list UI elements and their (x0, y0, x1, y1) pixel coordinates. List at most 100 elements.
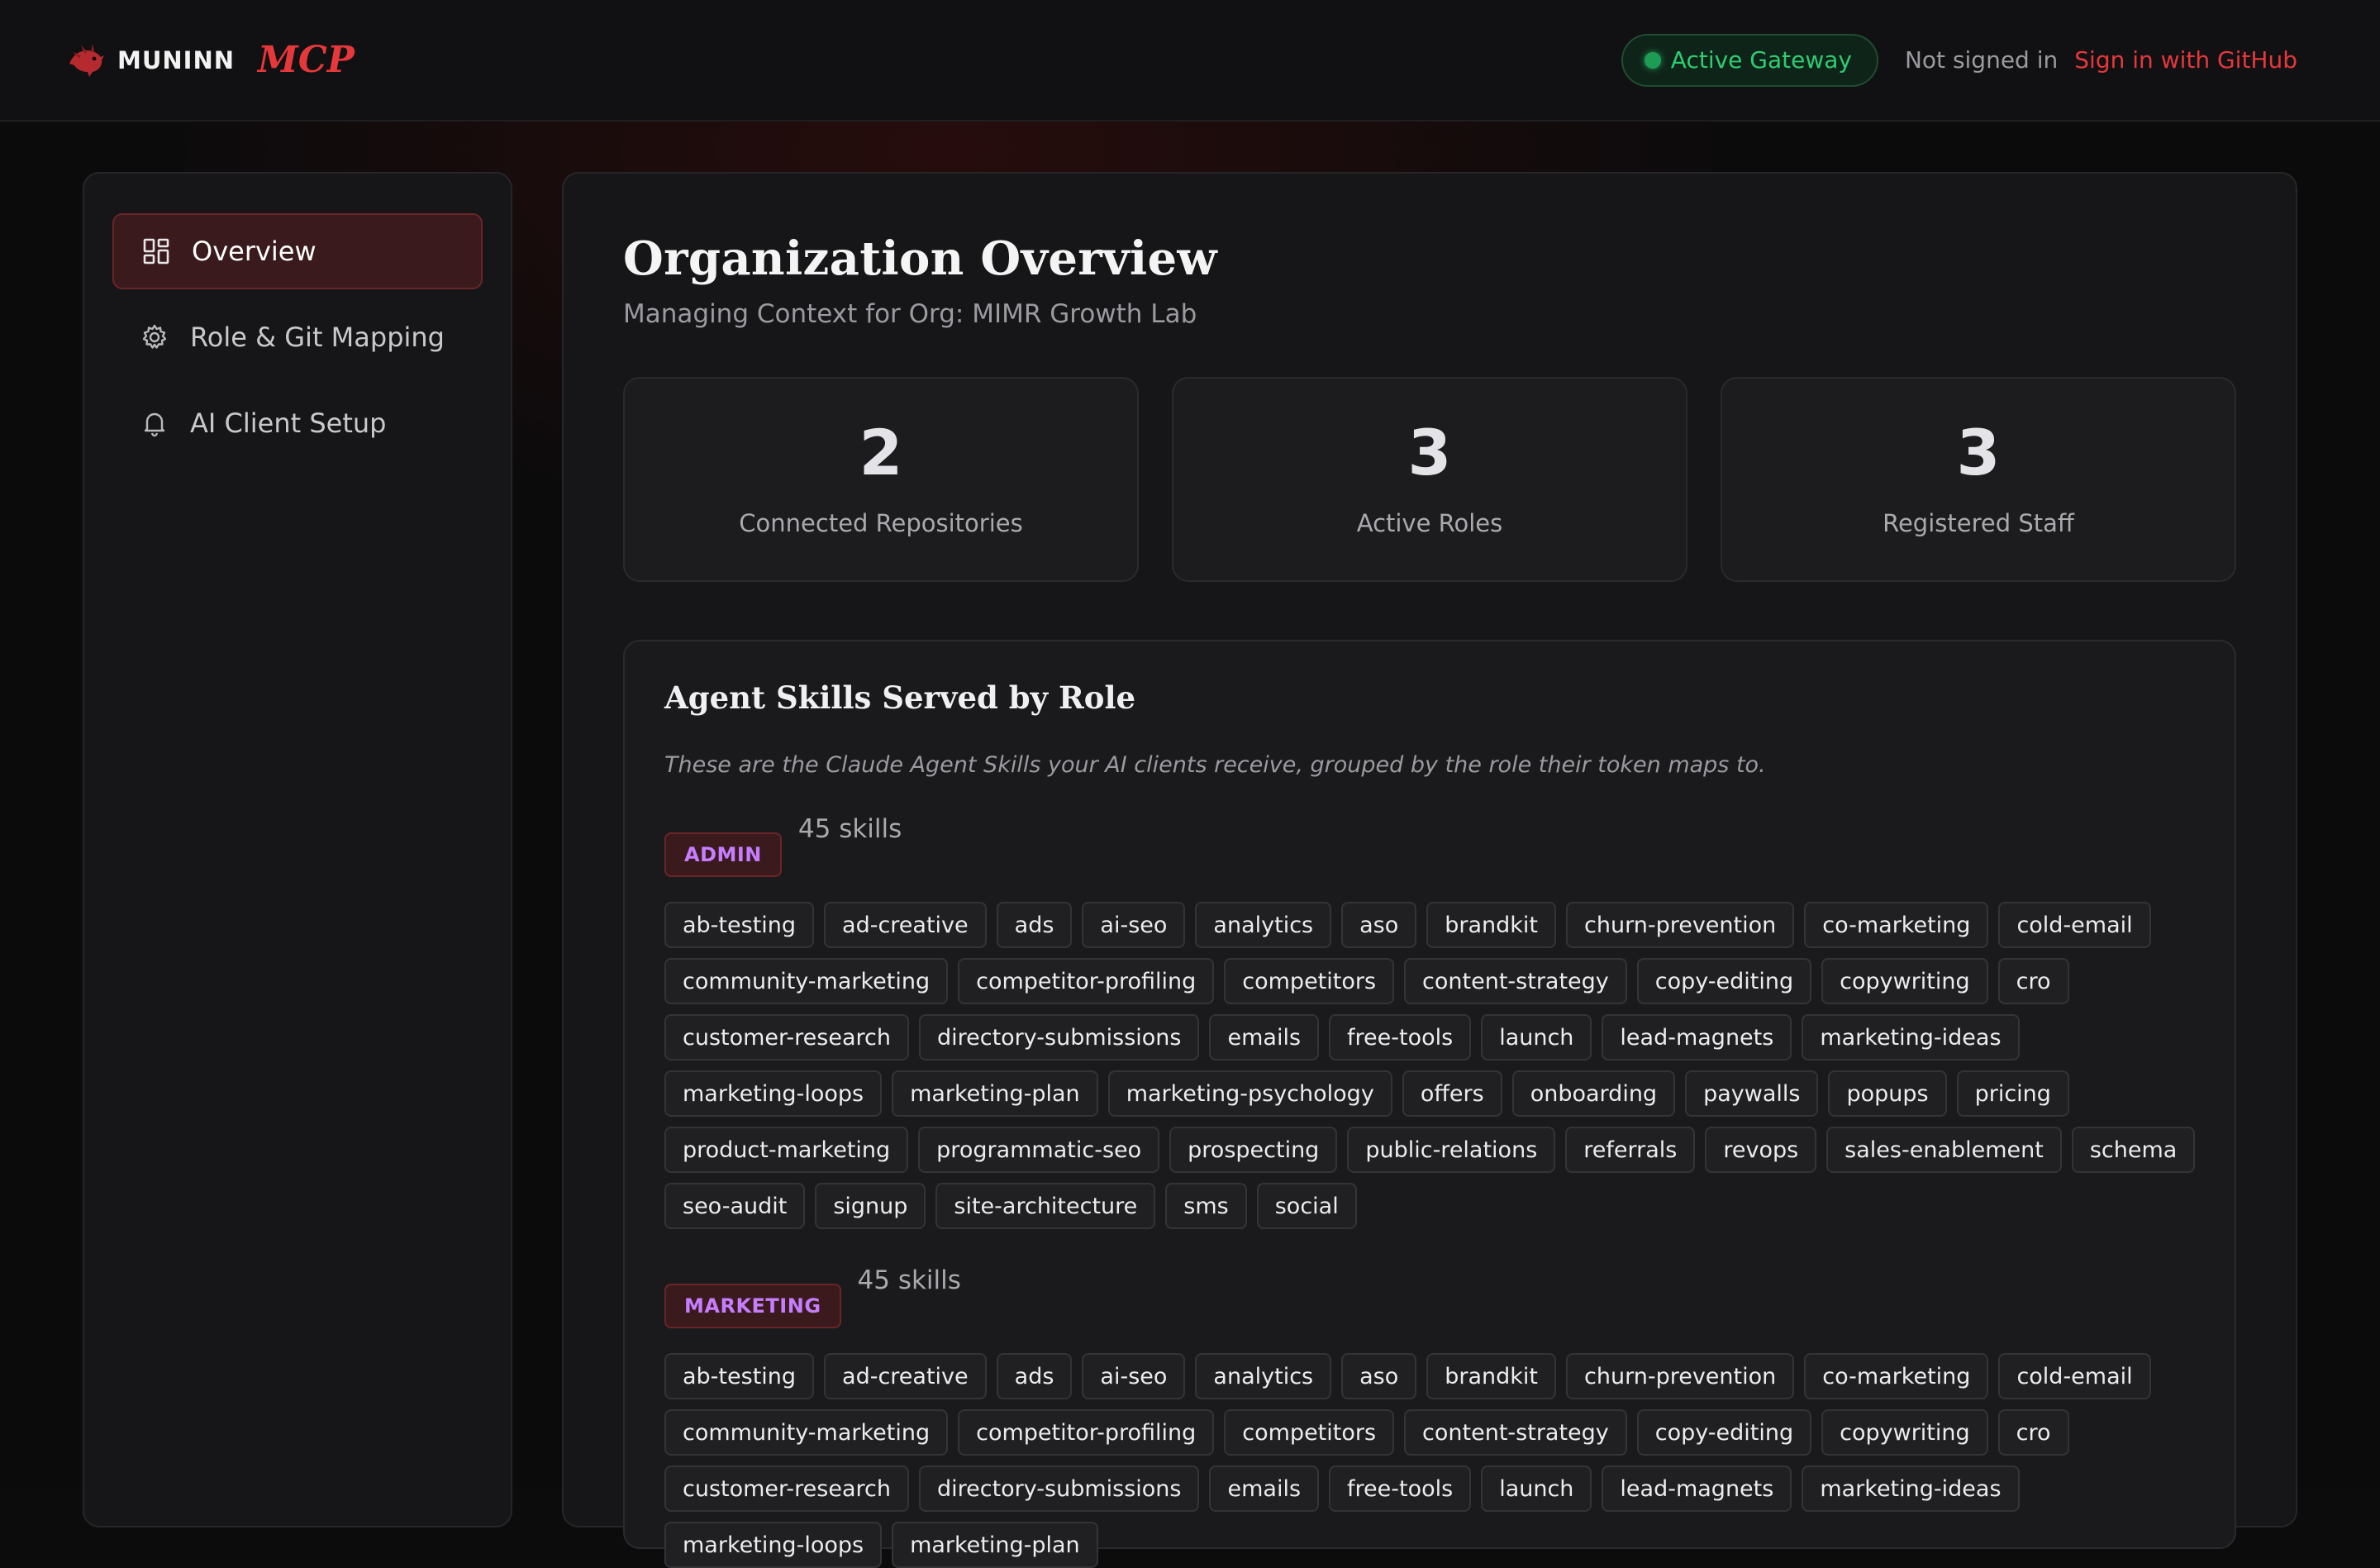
skill-chip: site-architecture (935, 1183, 1156, 1229)
skill-chip: programmatic-seo (918, 1127, 1160, 1173)
brand-name: MUNINN (117, 45, 236, 74)
skill-chip: cro (1997, 958, 2069, 1004)
skill-chip: launch (1481, 1014, 1592, 1060)
skill-chip-list: ab-testing ad-creative ads ai-seo analytics a… (664, 902, 2202, 1229)
skill-chip: public-relations (1347, 1127, 1556, 1173)
skill-chip: directory-submissions (918, 1014, 1200, 1060)
skill-chip: community-marketing (664, 958, 949, 1004)
skill-chip: emails (1209, 1014, 1320, 1060)
gateway-status-badge: Active Gateway (1621, 33, 1878, 87)
skill-chip: pricing (1956, 1070, 2069, 1117)
skill-chip: ab-testing (664, 902, 815, 948)
skill-chip: ad-creative (824, 1353, 987, 1399)
skill-chip: community-marketing (664, 1409, 949, 1456)
stat-label: Connected Repositories (739, 509, 1023, 537)
gear-icon (142, 324, 167, 349)
skill-chip: prospecting (1169, 1127, 1338, 1173)
skill-chip: launch (1481, 1466, 1592, 1512)
skill-chip: popups (1828, 1070, 1947, 1117)
role-header: ADMIN 45 skills (664, 814, 2195, 877)
grid-icon (143, 238, 169, 265)
skill-chip: referrals (1565, 1127, 1696, 1173)
skill-chip: signup (815, 1183, 926, 1229)
skill-chip: seo-audit (664, 1183, 806, 1229)
sidebar-item-role-git-mapping[interactable]: Role & Git Mapping (112, 299, 483, 375)
skill-chip: ads (996, 1353, 1073, 1399)
role-skill-count: 45 skills (857, 1265, 961, 1295)
stat-value: 2 (859, 416, 903, 489)
role-group-admin: ADMIN 45 skills ab-testing ad-creative ads ai… (664, 814, 2196, 1229)
skill-chip: ab-testing (664, 1353, 815, 1399)
skill-chip: aso (1341, 902, 1417, 948)
skill-chip: marketing-psychology (1107, 1070, 1392, 1117)
skill-chip: social (1256, 1183, 1357, 1229)
skill-chip: churn-prevention (1566, 902, 1795, 948)
skill-chip: onboarding (1511, 1070, 1676, 1117)
skill-chip: co-marketing (1804, 902, 1989, 948)
section-title: Agent Skills Served by Role (664, 679, 1136, 716)
skill-chip: ads (996, 902, 1073, 948)
skill-chip: content-strategy (1404, 1409, 1627, 1456)
skill-chip: copywriting (1821, 958, 1988, 1004)
stats-row: 2 Connected Repositories 3 Active Roles … (623, 377, 2236, 582)
skill-chip: emails (1209, 1466, 1320, 1512)
skill-chip: free-tools (1329, 1466, 1472, 1512)
skill-chip: copy-editing (1636, 958, 1812, 1004)
skill-chip: copy-editing (1636, 1409, 1812, 1456)
skills-by-role-card: Agent Skills Served by Role These are th… (623, 640, 2236, 1568)
skill-chip: copywriting (1821, 1409, 1988, 1456)
skill-chip: directory-submissions (918, 1466, 1200, 1512)
sidebar: Overview Role & Git Mapping AI Client Se… (83, 172, 512, 1527)
stat-label: Registered Staff (1883, 509, 2074, 537)
skill-chip: churn-prevention (1566, 1353, 1795, 1399)
bell-icon (144, 412, 165, 437)
skill-chip: brandkit (1426, 1353, 1557, 1399)
main-content: Organization Overview Managing Context f… (562, 172, 2297, 1568)
auth-status: Not signed in (1904, 46, 2059, 74)
brand-suffix: MCP (258, 39, 355, 81)
skill-chip: aso (1341, 1353, 1417, 1399)
skill-chip: offers (1402, 1070, 1502, 1117)
top-bar: MUNINN MCP Active Gateway Not signed in … (0, 0, 2380, 122)
role-skill-count: 45 skills (797, 814, 902, 844)
skill-chip-list: ab-testing ad-creative ads ai-seo analytics a… (664, 1353, 2202, 1568)
skill-chip: content-strategy (1404, 958, 1627, 1004)
brand-logo[interactable]: MUNINN MCP (64, 39, 355, 82)
skill-chip: marketing-ideas (1802, 1014, 2020, 1060)
skill-chip: revops (1705, 1127, 1817, 1173)
section-description: These are the Claude Agent Skills your A… (664, 752, 1766, 778)
sidebar-item-label: Role & Git Mapping (190, 322, 445, 353)
skill-chip: analytics (1195, 1353, 1332, 1399)
stat-value: 3 (1956, 416, 2001, 489)
skill-chip: ad-creative (824, 902, 987, 948)
stat-card-staff: 3 Registered Staff (1721, 377, 2236, 582)
sidebar-item-ai-client-setup[interactable]: AI Client Setup (112, 385, 483, 461)
sign-in-github-link[interactable]: Sign in with GitHub (2074, 46, 2297, 74)
skill-chip: cold-email (1998, 1353, 2151, 1399)
skill-chip: ai-seo (1082, 1353, 1186, 1399)
skill-chip: lead-magnets (1602, 1466, 1792, 1512)
roles-list: ADMIN 45 skills ab-testing ad-creative ads ai… (664, 814, 2196, 1568)
skill-chip: sms (1165, 1183, 1247, 1229)
skill-chip: brandkit (1426, 902, 1557, 948)
skill-chip: lead-magnets (1602, 1014, 1792, 1060)
skill-chip: customer-research (664, 1466, 909, 1512)
role-badge: MARKETING (664, 1284, 841, 1328)
skill-chip: marketing-loops (664, 1070, 883, 1117)
skill-chip: analytics (1195, 902, 1332, 948)
page-subtitle: Managing Context for Org: MIMR Growth La… (623, 299, 1197, 329)
sidebar-item-overview[interactable]: Overview (112, 213, 483, 289)
sidebar-item-label: Overview (192, 236, 317, 267)
skill-chip: co-marketing (1804, 1353, 1989, 1399)
skill-chip: free-tools (1329, 1014, 1472, 1060)
skill-chip: competitors (1224, 1409, 1395, 1456)
role-group-marketing: MARKETING 45 skills ab-testing ad-creative a… (664, 1265, 2195, 1568)
skill-chip: marketing-plan (892, 1522, 1098, 1568)
role-badge: ADMIN (664, 832, 782, 877)
skill-chip: paywalls (1685, 1070, 1819, 1117)
skill-chip: ai-seo (1082, 902, 1186, 948)
stat-card-roles: 3 Active Roles (1172, 377, 1687, 582)
stat-card-repositories: 2 Connected Repositories (623, 377, 1139, 582)
skill-chip: marketing-plan (892, 1070, 1098, 1117)
skill-chip: competitor-profiling (958, 1409, 1215, 1456)
